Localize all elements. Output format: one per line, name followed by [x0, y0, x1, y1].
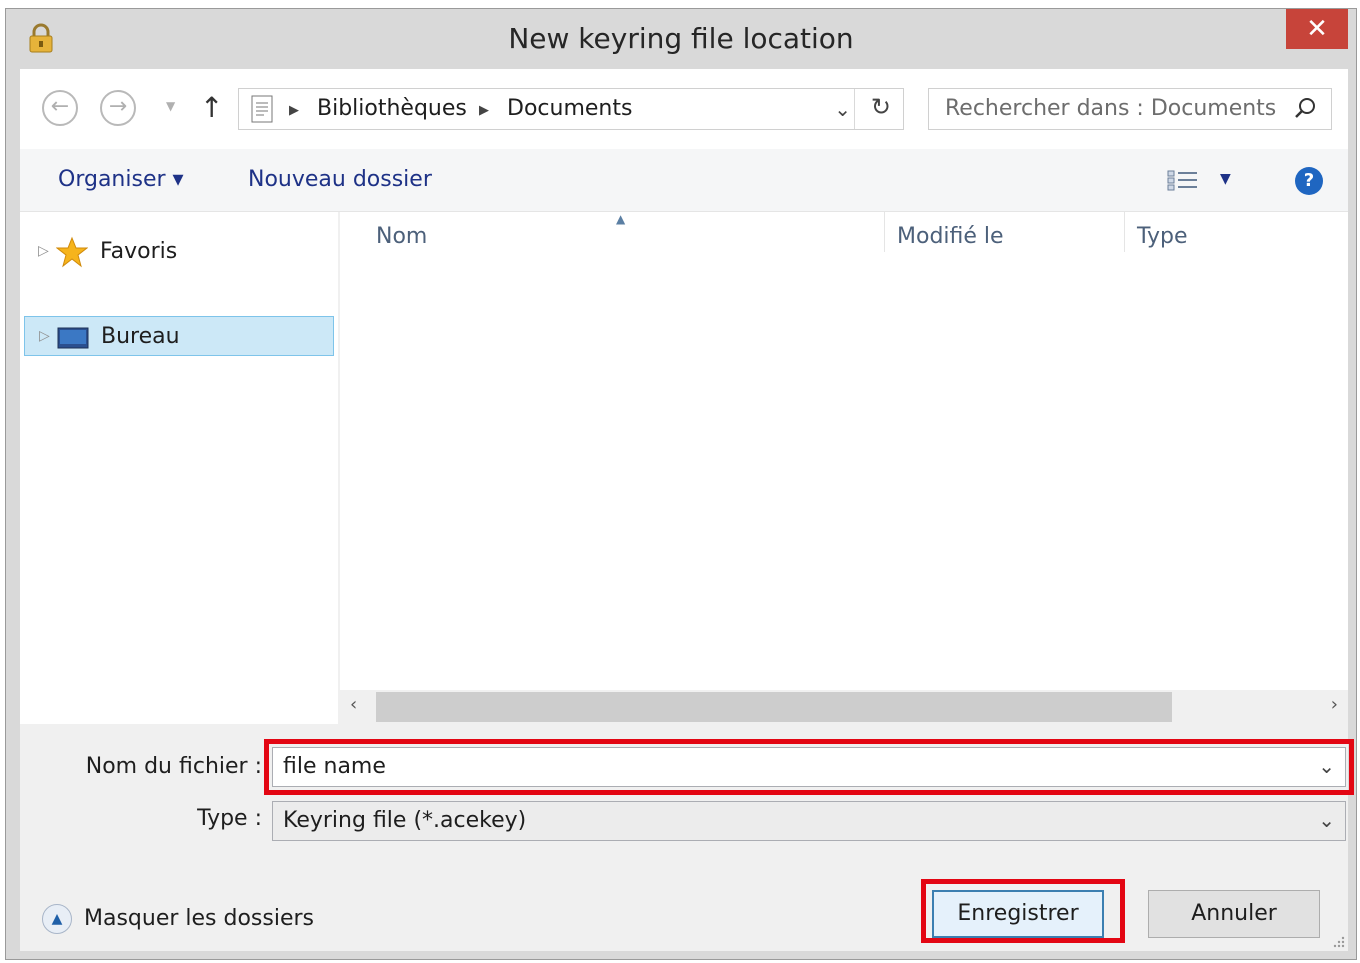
back-button[interactable]: ← [42, 90, 78, 126]
column-divider[interactable] [884, 212, 885, 252]
command-toolbar: Organiser ▾ Nouveau dossier ▼ ? [20, 149, 1348, 212]
new-folder-button[interactable]: Nouveau dossier [248, 167, 432, 192]
file-type-value[interactable]: Keyring file (*.acekey) [283, 808, 526, 833]
forward-button[interactable]: → [100, 90, 136, 126]
document-library-icon [251, 95, 273, 123]
expand-arrow-icon[interactable]: ▷ [39, 328, 50, 344]
dialog-client-area: ← → ▼ ↑ ▶ Bibliothèques ▶ Documents ⌄ ↻ [20, 69, 1354, 951]
address-divider [854, 89, 855, 129]
star-icon [56, 236, 88, 268]
file-type-select[interactable]: Keyring file (*.acekey) ⌄ [272, 801, 1346, 841]
back-arrow-icon: ← [50, 94, 70, 119]
forward-arrow-icon: → [108, 94, 128, 119]
recent-locations-dropdown[interactable]: ▼ [166, 99, 175, 113]
title-bar[interactable]: New keyring file location ✕ [6, 9, 1356, 69]
tree-item-favoris[interactable]: ▷ Favoris [24, 232, 334, 272]
tree-item-bureau[interactable]: ▷ Bureau [24, 316, 334, 356]
filename-highlight-box [264, 739, 1354, 795]
search-icon[interactable] [1293, 96, 1317, 120]
address-bar[interactable]: ▶ Bibliothèques ▶ Documents ⌄ ↻ [238, 88, 904, 130]
save-dialog-window: New keyring file location ✕ ← → ▼ ↑ ▶ Bi… [5, 8, 1357, 960]
breadcrumb-separator-icon[interactable]: ▶ [289, 103, 299, 118]
refresh-icon[interactable]: ↻ [871, 93, 891, 121]
chevron-down-icon[interactable]: ⌄ [834, 97, 851, 121]
organize-menu-button[interactable]: Organiser ▾ [58, 167, 184, 192]
close-button[interactable]: ✕ [1286, 9, 1348, 49]
breadcrumb-separator-icon[interactable]: ▶ [479, 103, 489, 118]
breadcrumb-documents[interactable]: Documents [507, 96, 632, 121]
scroll-right-icon[interactable]: › [1331, 694, 1338, 715]
search-input[interactable]: Rechercher dans : Documents [945, 96, 1276, 121]
scroll-left-icon[interactable]: ‹ [350, 694, 357, 715]
expand-arrow-icon[interactable]: ▷ [38, 243, 49, 259]
sort-ascending-icon: ▲ [616, 212, 626, 226]
search-box[interactable]: Rechercher dans : Documents [928, 88, 1332, 130]
scrollbar-thumb[interactable] [376, 692, 1172, 722]
column-header-type[interactable]: Type [1137, 224, 1188, 249]
save-form-area: Nom du fichier : file name ⌄ Type : Keyr… [20, 724, 1354, 951]
save-highlight-box [921, 879, 1125, 943]
breadcrumb-libraries[interactable]: Bibliothèques [317, 96, 467, 121]
hide-folders-label[interactable]: Masquer les dossiers [84, 906, 314, 931]
tree-item-label: Favoris [100, 239, 178, 264]
collapse-up-icon[interactable]: ▲ [42, 904, 72, 934]
help-icon[interactable]: ? [1295, 167, 1323, 195]
desktop-icon [57, 327, 89, 349]
navigation-bar: ← → ▼ ↑ ▶ Bibliothèques ▶ Documents ⌄ ↻ [20, 69, 1348, 149]
chevron-down-icon[interactable]: ⌄ [1318, 808, 1335, 832]
filename-label: Nom du fichier : [85, 754, 262, 779]
up-arrow-icon[interactable]: ↑ [200, 91, 223, 124]
navigation-pane: ▷ Favoris ▷ Bureau [20, 212, 338, 724]
hide-folders-toggle[interactable]: ▲ Masquer les dossiers [42, 900, 342, 940]
resize-grip-icon[interactable] [1330, 933, 1346, 949]
view-options-icon[interactable] [1167, 169, 1199, 193]
column-divider[interactable] [1124, 212, 1125, 252]
window-title: New keyring file location [508, 22, 854, 55]
horizontal-scrollbar[interactable]: ‹ › [340, 690, 1348, 724]
view-options-dropdown-icon[interactable]: ▼ [1220, 171, 1231, 187]
cancel-button[interactable]: Annuler [1148, 890, 1320, 938]
column-header-name[interactable]: Nom [376, 224, 427, 249]
column-header-modified[interactable]: Modifié le [897, 224, 1004, 249]
type-label: Type : [197, 806, 262, 831]
file-list[interactable]: ▲ Nom Modifié le Type ‹ › [340, 212, 1348, 724]
tree-item-label: Bureau [101, 324, 180, 349]
